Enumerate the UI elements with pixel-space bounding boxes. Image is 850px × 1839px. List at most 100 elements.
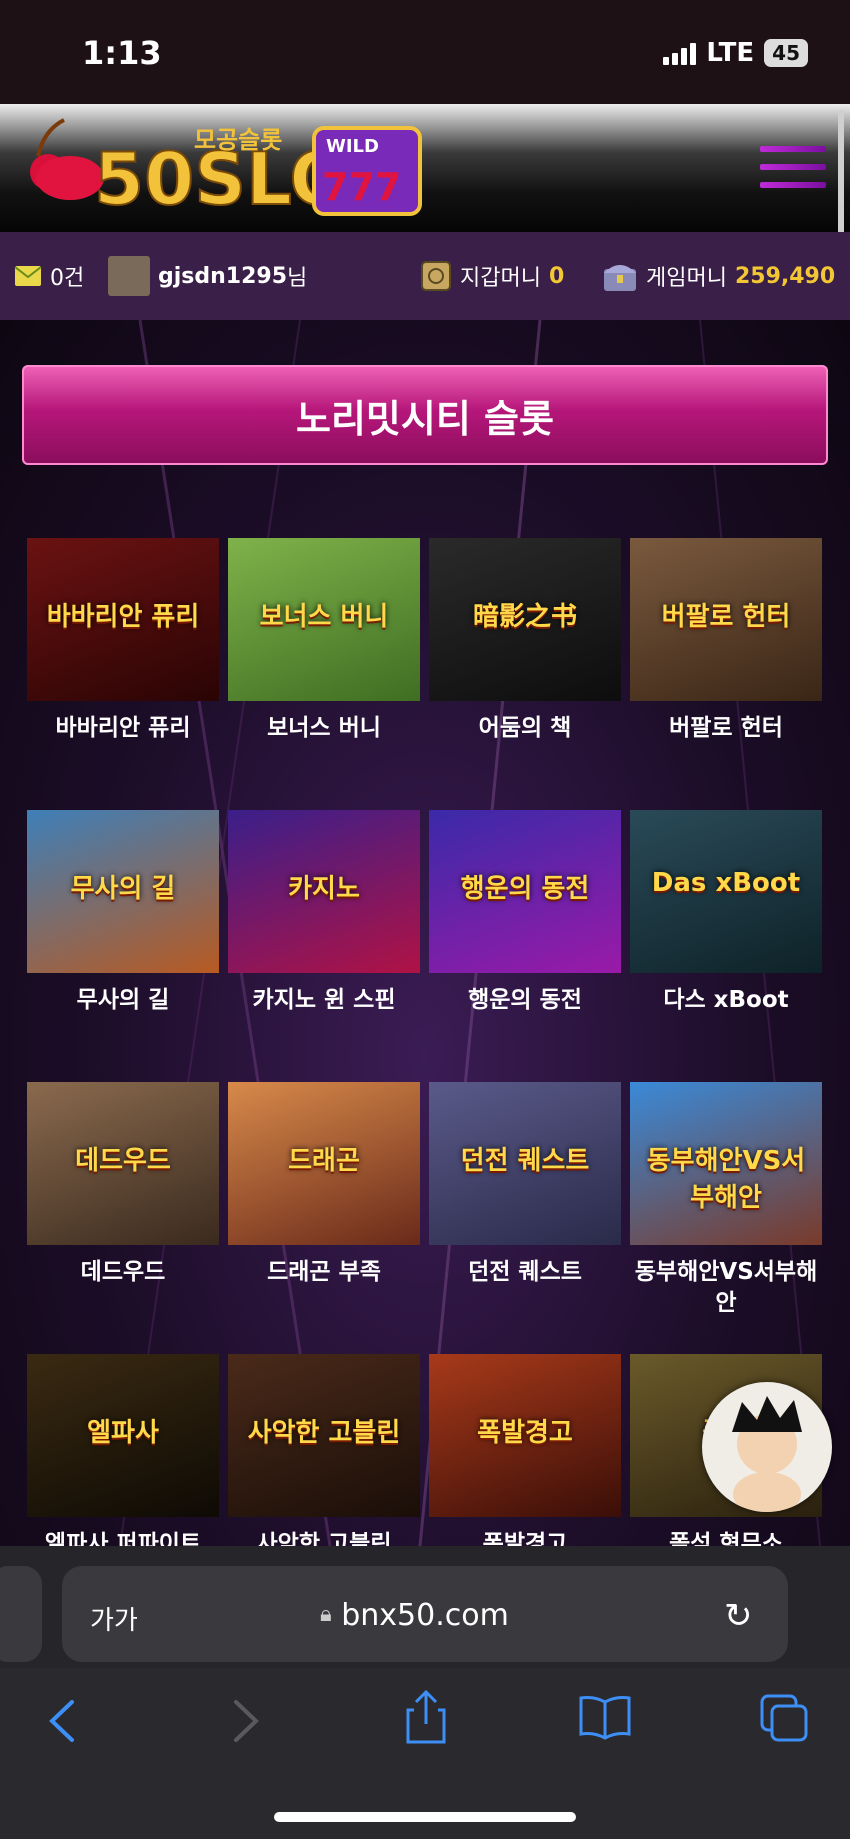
game-thumbnail[interactable]: 데드우드	[27, 1082, 219, 1245]
game-tile[interactable]: 데드우드 데드우드	[27, 1082, 219, 1288]
game-thumbnail-title: 바바리안 퓨리	[46, 602, 200, 632]
floating-chat-avatar[interactable]	[702, 1382, 832, 1512]
game-name: 카지노 윈 스핀	[252, 987, 396, 1013]
game-money-label: 게임머니	[646, 266, 727, 291]
avatar	[108, 256, 150, 296]
safe-icon	[421, 261, 451, 291]
logo-sub-text: 모공슬롯	[194, 126, 282, 154]
game-tile[interactable]: 드래곤드래곤 부족	[228, 1082, 420, 1288]
game-thumbnail[interactable]: 드래곤	[228, 1082, 420, 1245]
game-thumbnail-title: 카지노	[288, 874, 360, 904]
game-tile[interactable]: 카지노카지노 윈 스핀	[228, 810, 420, 1016]
game-thumbnail[interactable]: 카지노	[228, 810, 420, 973]
game-tile[interactable]: Das xBoot 다스 xBoot	[630, 810, 822, 1016]
game-thumbnail-title: 사악한 고블린	[247, 1418, 401, 1448]
menu-icon[interactable]	[760, 146, 826, 190]
game-thumbnail-title: 엘파사	[87, 1418, 159, 1448]
game-thumbnail-title: 동부해안VS서부해안	[646, 1146, 806, 1213]
game-name: 사악한 고블린	[256, 1531, 392, 1546]
game-tile[interactable]: 버팔로 헌터 버팔로 헌터	[630, 538, 822, 744]
logo-reels: 777	[322, 165, 401, 209]
home-indicator[interactable]	[274, 1812, 576, 1822]
game-thumbnail-title: Das xBoot	[651, 868, 801, 898]
game-tile[interactable]: 던전 퀘스트 던전 퀘스트	[429, 1082, 621, 1288]
tabs-icon[interactable]	[758, 1692, 810, 1742]
game-name: 무사의 길	[76, 987, 170, 1013]
game-thumbnail-title: 보너스 버니	[259, 602, 389, 632]
game-thumbnail-title: 행운의 동전	[460, 874, 590, 904]
battery-icon: 45	[764, 39, 808, 67]
game-thumbnail[interactable]: 사악한 고블린	[228, 1354, 420, 1517]
mail-icon	[14, 266, 42, 286]
browser-address-bar: 가가 🔒︎ bnx50.com ↻	[0, 1546, 850, 1668]
logo-wild-badge: WILD	[326, 136, 379, 157]
treasure-chest-icon	[604, 265, 636, 291]
game-thumbnail[interactable]: 폭발경고	[429, 1354, 621, 1517]
status-bar: 1:13 LTE 45	[0, 0, 850, 104]
game-thumbnail[interactable]: 동부해안VS서부해안	[630, 1082, 822, 1245]
share-icon[interactable]	[404, 1690, 448, 1744]
game-tile[interactable]: 무사의 길 무사의 길	[27, 810, 219, 1016]
carrier-label: LTE	[706, 38, 755, 68]
game-tile[interactable]: 사악한 고블린 사악한 고블린	[228, 1354, 420, 1546]
game-name: 바바리안 퓨리	[55, 715, 191, 741]
game-thumbnail[interactable]: 던전 퀘스트	[429, 1082, 621, 1245]
signal-icon	[663, 41, 697, 65]
game-thumbnail[interactable]: 보너스 버니	[228, 538, 420, 701]
username-label: gjsdn1295	[158, 263, 288, 289]
game-thumbnail-title: 드래곤	[288, 1146, 360, 1176]
game-name: 버팔로 헌터	[669, 715, 783, 741]
game-thumbnail[interactable]: 버팔로 헌터	[630, 538, 822, 701]
main-content: 노리밋시티 슬롯 바바리안 퓨리 바바리안 퓨리 보너스 버니 보너스 버니 暗影之书 어…	[0, 320, 850, 1546]
wallet-label: 지갑머니	[460, 266, 541, 291]
game-tile[interactable]: 보너스 버니 보너스 버니	[228, 538, 420, 744]
game-thumbnail[interactable]: 무사의 길	[27, 810, 219, 973]
message-count-label: 0건	[50, 266, 85, 291]
game-name: 폴섬 형무소	[669, 1531, 783, 1546]
game-name: 행운의 동전	[468, 987, 582, 1013]
username-suffix: 님	[287, 266, 308, 291]
game-thumbnail-title: 데드우드	[75, 1146, 171, 1176]
game-thumbnail-title: 던전 퀘스트	[460, 1146, 590, 1176]
game-thumbnail[interactable]: Das xBoot	[630, 810, 822, 973]
bookmarks-icon[interactable]	[578, 1694, 632, 1740]
url-text: bnx50.com	[341, 1598, 509, 1633]
game-name: 어둠의 책	[478, 715, 572, 741]
game-thumbnail-title: 무사의 길	[70, 874, 176, 904]
game-tile[interactable]: 행운의 동전 행운의 동전	[429, 810, 621, 1016]
character-icon	[732, 1396, 802, 1512]
status-time: 1:13	[82, 34, 162, 72]
game-tile[interactable]: 바바리안 퓨리 바바리안 퓨리	[27, 538, 219, 744]
user-name[interactable]: gjsdn1295 님	[108, 232, 307, 320]
wallet-value: 0	[548, 263, 565, 289]
game-thumbnail-title: 버팔로 헌터	[661, 602, 791, 632]
game-thumbnail-title: 暗影之书	[472, 602, 577, 632]
game-name: 엘파사 퍼파이트	[44, 1531, 202, 1546]
game-tile[interactable]: 暗影之书 어둠의 책	[429, 538, 621, 744]
game-name: 동부해안VS서부해안	[634, 1259, 818, 1316]
game-thumbnail[interactable]: 엘파사	[27, 1354, 219, 1517]
page-title: 노리밋시티 슬롯	[22, 365, 828, 465]
game-money-value: 259,490	[734, 263, 836, 289]
message-count[interactable]: 0건	[14, 232, 84, 320]
wallet-money[interactable]: 지갑머니 0	[420, 232, 564, 320]
forward-icon[interactable]	[232, 1698, 262, 1744]
game-name: 보너스 버니	[267, 715, 381, 741]
game-thumbnail[interactable]: 행운의 동전	[429, 810, 621, 973]
game-name: 다스 xBoot	[663, 987, 789, 1013]
game-money[interactable]: 게임머니 259,490	[602, 232, 835, 320]
game-tile[interactable]: 동부해안VS서부해안 동부해안VS서부해안	[630, 1082, 822, 1319]
back-icon[interactable]	[46, 1698, 76, 1744]
game-thumbnail-title: 폭발경고	[477, 1418, 573, 1448]
reload-icon[interactable]: ↻	[724, 1596, 753, 1636]
game-thumbnail[interactable]: 暗影之书	[429, 538, 621, 701]
game-tile[interactable]: 엘파사엘파사 퍼파이트	[27, 1354, 219, 1546]
site-logo[interactable]: 50SLOT 모공슬롯 WILD 777	[14, 110, 434, 230]
game-thumbnail[interactable]: 바바리안 퓨리	[27, 538, 219, 701]
game-name: 던전 퀘스트	[468, 1259, 582, 1285]
game-name: 폭발경고	[482, 1531, 568, 1546]
user-info-bar: 0건 gjsdn1295 님 지갑머니 0 게임머니 259,490	[0, 232, 850, 320]
game-name: 드래곤 부족	[267, 1259, 381, 1285]
game-name: 데드우드	[80, 1259, 166, 1285]
game-tile[interactable]: 폭발경고 폭발경고	[429, 1354, 621, 1546]
